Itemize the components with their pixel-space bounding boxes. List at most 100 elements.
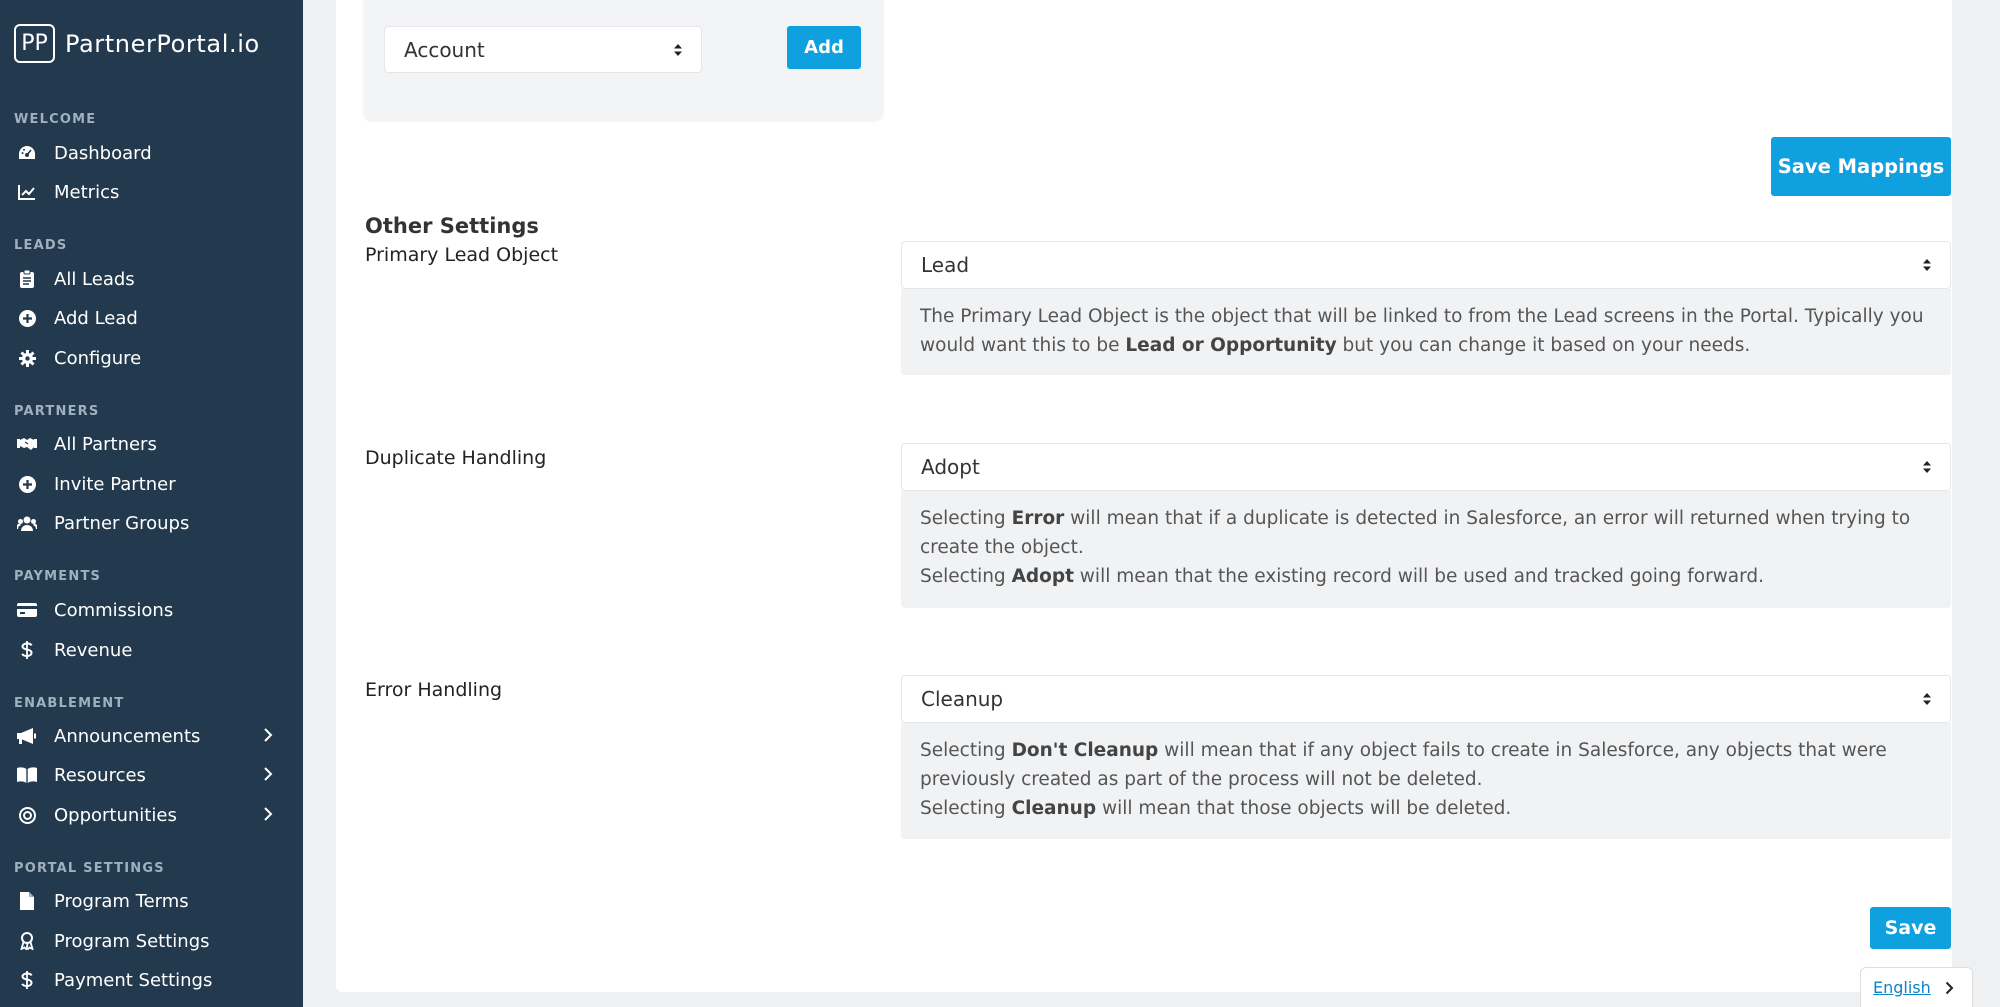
help-emphasis: Adopt (1011, 566, 1074, 587)
sidebar: PP PartnerPortal.io WELCOME Dashboard Me… (0, 0, 303, 1007)
duplicate-handling-select[interactable]: Adopt (901, 443, 1951, 491)
sidebar-item-label: Configure (54, 347, 142, 369)
sidebar-item-label: Metrics (54, 181, 120, 203)
help-text: Selecting (920, 798, 1012, 819)
sidebar-item-label: Resources (54, 764, 146, 786)
language-link[interactable]: English (1873, 978, 1931, 997)
sidebar-item-label: Program Terms (54, 890, 189, 912)
file-icon (17, 891, 37, 911)
add-mapping-button[interactable]: Add (787, 26, 861, 69)
sidebar-item-program-settings[interactable]: Program Settings (0, 923, 303, 959)
brand-logo[interactable]: PP PartnerPortal.io (14, 24, 260, 63)
help-emphasis: Don't Cleanup (1011, 740, 1159, 761)
help-line: Selecting Adopt will mean that the exist… (920, 562, 1932, 591)
clipboard-icon (17, 269, 37, 289)
help-text: will mean that those objects will be del… (1096, 798, 1512, 819)
brand-name: PartnerPortal.io (65, 29, 260, 58)
sidebar-item-commissions[interactable]: Commissions (0, 592, 303, 628)
object-type-select[interactable]: Account (384, 26, 702, 73)
primary-lead-object-value: Lead (921, 253, 970, 277)
language-selector[interactable]: English (1860, 967, 1973, 1007)
sidebar-item-dashboard[interactable]: Dashboard (0, 135, 303, 171)
book-icon (17, 765, 37, 785)
duplicate-handling-label: Duplicate Handling (365, 447, 547, 469)
chevron-right-icon (1945, 981, 1954, 995)
help-line: Selecting Don't Cleanup will mean that i… (920, 736, 1932, 794)
sidebar-item-label: Revenue (54, 639, 133, 661)
help-emphasis: Cleanup (1011, 798, 1097, 819)
other-settings-heading: Other Settings (365, 214, 539, 238)
save-button[interactable]: Save (1870, 907, 1951, 949)
help-emphasis: Lead or Opportunity (1125, 335, 1337, 356)
sidebar-item-revenue[interactable]: Revenue (0, 632, 303, 668)
megaphone-icon (17, 726, 37, 746)
section-title-enablement: ENABLEMENT (14, 696, 125, 711)
select-arrows-icon (1922, 253, 1932, 277)
section-title-partners: PARTNERS (14, 404, 100, 419)
object-type-select-value: Account (404, 37, 485, 62)
sidebar-item-all-leads[interactable]: All Leads (0, 261, 303, 297)
sidebar-item-label: All Leads (54, 268, 135, 290)
target-icon (17, 805, 37, 825)
duplicate-handling-help: Selecting Error will mean that if a dupl… (901, 491, 1951, 608)
sidebar-item-label: Program Settings (54, 930, 210, 952)
section-title-welcome: WELCOME (14, 112, 97, 127)
plus-circle-icon (17, 308, 37, 328)
sidebar-item-add-lead[interactable]: Add Lead (0, 300, 303, 336)
sidebar-item-configure[interactable]: Configure (0, 340, 303, 376)
sidebar-item-program-terms[interactable]: Program Terms (0, 883, 303, 919)
sidebar-item-partner-groups[interactable]: Partner Groups (0, 505, 303, 541)
handshake-icon (17, 434, 37, 454)
credit-card-icon (17, 600, 37, 620)
sidebar-item-metrics[interactable]: Metrics (0, 174, 303, 210)
sidebar-item-label: Payment Settings (54, 969, 213, 991)
award-icon (17, 931, 37, 951)
sidebar-item-all-partners[interactable]: All Partners (0, 426, 303, 462)
chevron-right-icon (263, 806, 273, 827)
field-mapping-panel: Account Add (364, 0, 883, 120)
help-line: Selecting Cleanup will mean that those o… (920, 794, 1932, 823)
section-title-payments: PAYMENTS (14, 569, 102, 584)
sidebar-item-opportunities[interactable]: Opportunities (0, 797, 303, 833)
sidebar-item-label: Commissions (54, 599, 174, 621)
duplicate-handling-value: Adopt (921, 455, 980, 479)
save-mappings-button[interactable]: Save Mappings (1771, 137, 1951, 196)
section-title-portal-settings: PORTAL SETTINGS (14, 861, 165, 876)
logo-mark: PP (14, 24, 55, 63)
sidebar-item-payment-settings[interactable]: Payment Settings (0, 962, 303, 998)
plus-circle-icon (17, 474, 37, 494)
dashboard-gauge-icon (17, 143, 37, 163)
sidebar-item-label: Opportunities (54, 804, 177, 826)
gear-icon (17, 348, 37, 368)
help-text: Selecting (920, 508, 1012, 529)
primary-lead-object-help: The Primary Lead Object is the object th… (901, 289, 1951, 375)
primary-lead-object-label: Primary Lead Object (365, 244, 559, 266)
sidebar-item-invite-partner[interactable]: Invite Partner (0, 466, 303, 502)
help-text: Selecting (920, 740, 1012, 761)
sidebar-item-label: Invite Partner (54, 473, 176, 495)
users-icon (17, 513, 37, 533)
error-handling-label: Error Handling (365, 679, 503, 701)
sidebar-item-label: Announcements (54, 725, 201, 747)
help-emphasis: Error (1011, 508, 1065, 529)
sidebar-item-label: Add Lead (54, 307, 138, 329)
error-handling-help: Selecting Don't Cleanup will mean that i… (901, 723, 1951, 839)
help-line: Selecting Error will mean that if a dupl… (920, 504, 1932, 562)
help-text: Selecting (920, 566, 1012, 587)
help-text: will mean that the existing record will … (1073, 566, 1765, 587)
error-handling-select[interactable]: Cleanup (901, 675, 1951, 723)
chevron-right-icon (263, 727, 273, 748)
dollar-icon (17, 970, 37, 990)
select-arrows-icon (1922, 687, 1932, 711)
help-text: will mean that if a duplicate is detecte… (920, 508, 1911, 558)
chevron-right-icon (263, 766, 273, 787)
select-arrows-icon (1922, 455, 1932, 479)
primary-lead-object-select[interactable]: Lead (901, 241, 1951, 289)
help-text: but you can change it based on your need… (1336, 335, 1751, 356)
sidebar-item-resources[interactable]: Resources (0, 757, 303, 793)
sidebar-item-announcements[interactable]: Announcements (0, 718, 303, 754)
section-title-leads: LEADS (14, 238, 68, 253)
sidebar-item-label: All Partners (54, 433, 157, 455)
dollar-icon (17, 640, 37, 660)
sidebar-item-label: Partner Groups (54, 512, 190, 534)
